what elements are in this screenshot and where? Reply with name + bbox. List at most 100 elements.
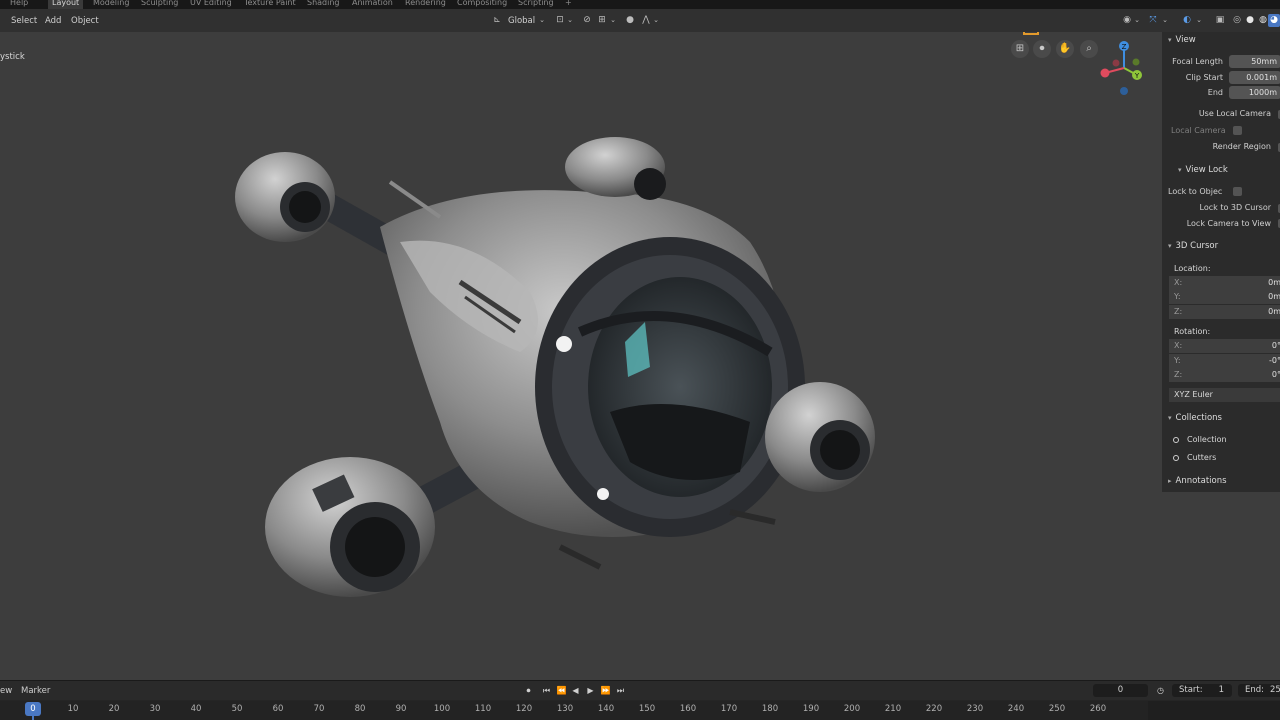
engine-pod-upper-left bbox=[235, 152, 335, 242]
focal-length-field[interactable]: 50mm bbox=[1229, 55, 1280, 68]
cursor-rotation-x-field[interactable]: X: 0° bbox=[1169, 339, 1280, 353]
collection-radio[interactable] bbox=[1173, 455, 1179, 461]
proportional-editing-icon[interactable]: ● bbox=[624, 14, 636, 27]
camera-view-icon[interactable]: ⤡ bbox=[1023, 32, 1039, 35]
jump-end-icon[interactable]: ⏭ bbox=[615, 685, 626, 696]
gizmo-neg-x-axis[interactable] bbox=[1112, 59, 1120, 67]
lock-to-object-picker[interactable] bbox=[1233, 187, 1242, 196]
rendered-shading-icon[interactable]: ◕ bbox=[1268, 14, 1280, 27]
falloff-icon[interactable]: ⋀ bbox=[640, 14, 652, 27]
cursor-location-x-field[interactable]: X: 0m bbox=[1169, 276, 1280, 290]
pivot-point-icon[interactable]: ⊡ bbox=[554, 14, 566, 27]
tab-modeling[interactable]: Modeling bbox=[89, 0, 133, 9]
menu-help[interactable]: Help bbox=[6, 0, 32, 9]
tab-uv-editing[interactable]: UV Editing bbox=[186, 0, 236, 9]
gizmo-neg-y-axis[interactable] bbox=[1132, 58, 1140, 66]
annotations-section-header[interactable]: ▸ Annotations bbox=[1168, 476, 1227, 486]
tab-layout[interactable]: Layout bbox=[48, 0, 84, 9]
play-reverse-icon[interactable]: ◀ bbox=[570, 685, 581, 696]
frame-tick: 50 bbox=[231, 704, 243, 714]
3d-cursor-section-header[interactable]: ▾ 3D Cursor bbox=[1168, 241, 1218, 251]
marker-menu[interactable]: Marker bbox=[21, 686, 50, 696]
tab-animation[interactable]: Animation bbox=[348, 0, 397, 9]
object-menu[interactable]: Object bbox=[68, 14, 102, 28]
headlight bbox=[556, 336, 572, 352]
frame-tick: 160 bbox=[679, 704, 697, 714]
clock-icon[interactable]: ◷ bbox=[1155, 685, 1166, 696]
record-icon[interactable]: ⏺ bbox=[523, 685, 534, 696]
frame-tick: 210 bbox=[884, 704, 902, 714]
frame-tick: 130 bbox=[556, 704, 574, 714]
add-workspace-button[interactable]: + bbox=[561, 0, 576, 9]
gizmo-neg-z-axis[interactable] bbox=[1120, 87, 1128, 95]
frame-tick: 140 bbox=[597, 704, 615, 714]
overlays-icon[interactable]: ◐ bbox=[1180, 14, 1194, 27]
chevron-down-icon: ▾ bbox=[1168, 242, 1172, 250]
chevron-down-icon: ⌄ bbox=[1134, 16, 1140, 24]
transform-orientation-dropdown[interactable]: Global bbox=[505, 14, 538, 28]
tab-texture-paint[interactable]: Texture Paint bbox=[240, 0, 300, 9]
gizmo-toggle-icon[interactable]: ⤧ bbox=[1146, 14, 1160, 27]
cursor-location-y-field[interactable]: Y: 0m bbox=[1169, 290, 1280, 304]
rotation-mode-dropdown[interactable]: XYZ Euler bbox=[1169, 388, 1280, 402]
wireframe-shading-icon[interactable]: ◎ bbox=[1231, 14, 1243, 27]
viewport-object-label: ystick bbox=[0, 52, 25, 62]
chevron-down-icon: ⌄ bbox=[610, 16, 616, 24]
grid-view-icon[interactable]: ⊞ bbox=[1011, 40, 1029, 58]
tab-compositing[interactable]: Compositing bbox=[453, 0, 511, 9]
tab-shading[interactable]: Shading bbox=[303, 0, 344, 9]
frame-tick: 40 bbox=[190, 704, 202, 714]
playhead[interactable]: 0 bbox=[25, 702, 41, 716]
frame-tick: 180 bbox=[761, 704, 779, 714]
view-menu[interactable]: ew bbox=[0, 686, 12, 696]
clip-start-label: Clip Start bbox=[1185, 73, 1223, 82]
frame-ruler[interactable]: 10 20 30 40 50 60 70 80 90 100 110 120 1… bbox=[0, 701, 1280, 720]
chevron-down-icon: ▾ bbox=[1168, 36, 1172, 44]
3d-viewport[interactable]: ystick ⤡ ⊞ ⏺ ✋ ⌕ Z Y bbox=[0, 32, 1162, 679]
tab-rendering[interactable]: Rendering bbox=[401, 0, 450, 9]
clip-end-field[interactable]: 1000m bbox=[1229, 86, 1280, 99]
focal-length-label: Focal Length bbox=[1172, 57, 1223, 66]
view-section-header[interactable]: ▾ View bbox=[1168, 35, 1196, 45]
collection-radio[interactable] bbox=[1173, 437, 1179, 443]
camera-toggle-icon[interactable]: ⏺ bbox=[1033, 40, 1051, 58]
frame-tick: 10 bbox=[67, 704, 79, 714]
add-menu[interactable]: Add bbox=[42, 14, 64, 28]
render-region-label: Render Region bbox=[1212, 142, 1271, 151]
viewport-region-right bbox=[1162, 492, 1280, 679]
gizmo-x-axis[interactable] bbox=[1100, 68, 1110, 78]
snap-target-icon[interactable]: ⊞ bbox=[596, 14, 608, 27]
pan-hand-icon[interactable]: ✋ bbox=[1056, 40, 1074, 58]
chevron-down-icon: ▾ bbox=[1178, 166, 1182, 174]
frame-tick: 200 bbox=[843, 704, 861, 714]
visibility-icon[interactable]: ◉ bbox=[1121, 14, 1133, 27]
local-camera-picker[interactable] bbox=[1233, 126, 1242, 135]
solid-shading-icon[interactable]: ● bbox=[1244, 14, 1256, 27]
prev-keyframe-icon[interactable]: ⏪ bbox=[556, 685, 567, 696]
tab-sculpting[interactable]: Sculpting bbox=[137, 0, 182, 9]
xray-icon[interactable]: ▣ bbox=[1214, 14, 1226, 27]
cursor-location-z-field[interactable]: Z: 0m bbox=[1169, 305, 1280, 319]
collections-section-header[interactable]: ▾ Collections bbox=[1168, 413, 1222, 423]
tab-scripting[interactable]: Scripting bbox=[514, 0, 558, 9]
frame-tick: 30 bbox=[149, 704, 161, 714]
next-keyframe-icon[interactable]: ⏩ bbox=[600, 685, 611, 696]
end-frame-field[interactable]: End: 25 bbox=[1238, 684, 1280, 697]
snap-icon[interactable]: ⊘ bbox=[581, 14, 593, 27]
select-menu[interactable]: Select bbox=[8, 14, 40, 28]
jump-start-icon[interactable]: ⏮ bbox=[541, 685, 552, 696]
view-lock-section-header[interactable]: ▾ View Lock bbox=[1178, 165, 1228, 175]
clip-start-field[interactable]: 0.001m bbox=[1229, 71, 1280, 84]
engine-pod-top bbox=[565, 137, 666, 200]
start-frame-field[interactable]: Start: 1 bbox=[1172, 684, 1232, 697]
lock-to-object-label: Lock to Objec bbox=[1168, 187, 1223, 196]
viewport-header: Select Add Object ⊾ Global ⌄ ⊡ ⌄ ⊘ ⊞ ⌄ ●… bbox=[0, 9, 1160, 32]
engine-pod-lower-left bbox=[265, 457, 435, 597]
collection-item[interactable]: Collection bbox=[1187, 435, 1227, 444]
play-icon[interactable]: ▶ bbox=[585, 685, 596, 696]
current-frame-field[interactable]: 0 bbox=[1093, 684, 1148, 697]
cursor-rotation-z-field[interactable]: Z: 0° bbox=[1169, 368, 1280, 382]
navigation-gizmo[interactable]: Z Y bbox=[1096, 38, 1152, 96]
cursor-rotation-y-field[interactable]: Y: -0° bbox=[1169, 354, 1280, 368]
collection-item[interactable]: Cutters bbox=[1187, 453, 1216, 462]
